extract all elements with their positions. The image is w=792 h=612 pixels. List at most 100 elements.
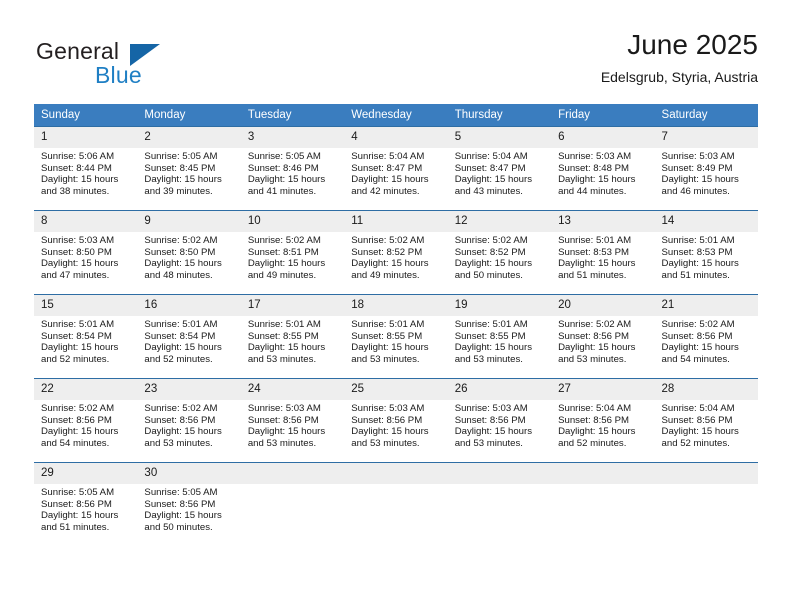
daylight-duration-line2: and 43 minutes. — [454, 185, 523, 197]
day-details: Sunrise: 5:01 AM Sunset: 8:53 PM Daylight:… — [551, 232, 654, 281]
day-cell-inner: 11 Sunrise: 5:02 AM Sunset: 8:52 PM Dayligh… — [344, 211, 448, 294]
day-cell-26[interactable]: 26 Sunrise: 5:03 AM Sunset: 8:56 PM Dayligh… — [447, 378, 552, 463]
day-cell-12[interactable]: 12 Sunrise: 5:02 AM Sunset: 8:52 PM Dayligh… — [447, 210, 552, 295]
day-cell-25[interactable]: 25 Sunrise: 5:03 AM Sunset: 8:56 PM Dayligh… — [344, 378, 448, 463]
day-cell-6[interactable]: 6 Sunrise: 5:03 AM Sunset: 8:48 PM Daylight… — [551, 126, 655, 211]
day-details: Sunrise: 5:02 AM Sunset: 8:52 PM Daylight:… — [448, 232, 551, 281]
day-cell-24[interactable]: 24 Sunrise: 5:03 AM Sunset: 8:56 PM Dayligh… — [240, 378, 345, 463]
sunset-time: Sunset: 8:55 PM — [247, 330, 319, 342]
day-cell-27[interactable]: 27 Sunrise: 5:04 AM Sunset: 8:56 PM Dayligh… — [551, 378, 655, 463]
sunrise-time: Sunrise: 5:02 AM — [661, 319, 735, 330]
day-number: 22 — [34, 379, 138, 400]
day-cell-3[interactable]: 3 Sunrise: 5:05 AM Sunset: 8:46 PM Daylight… — [240, 126, 345, 211]
day-number — [344, 463, 448, 484]
day-cell-30[interactable]: 30 Sunrise: 5:05 AM Sunset: 8:56 PM Dayligh… — [137, 462, 241, 546]
day-cell-11[interactable]: 11 Sunrise: 5:02 AM Sunset: 8:52 PM Dayligh… — [344, 210, 448, 295]
day-cell-18[interactable]: 18 Sunrise: 5:01 AM Sunset: 8:55 PM Dayligh… — [344, 294, 448, 379]
day-cell-inner: 15 Sunrise: 5:01 AM Sunset: 8:54 PM Dayligh… — [34, 295, 138, 378]
day-details: Sunrise: 5:02 AM Sunset: 8:51 PM Daylight:… — [241, 232, 344, 281]
day-details: Sunrise: 5:04 AM Sunset: 8:47 PM Daylight:… — [344, 148, 447, 197]
day-number: 13 — [551, 211, 655, 232]
day-number: 24 — [240, 379, 345, 400]
day-details: Sunrise: 5:05 AM Sunset: 8:45 PM Daylight:… — [137, 148, 240, 197]
day-cell-5[interactable]: 5 Sunrise: 5:04 AM Sunset: 8:47 PM Daylight… — [447, 126, 552, 211]
sunrise-time: Sunrise: 5:05 AM — [247, 151, 321, 162]
day-cell-inner: 19 Sunrise: 5:01 AM Sunset: 8:55 PM Dayligh… — [447, 295, 552, 378]
calendar-week-row: 1 Sunrise: 5:06 AM Sunset: 8:44 PM Daylight… — [34, 126, 758, 211]
day-cell-21[interactable]: 21 Sunrise: 5:02 AM Sunset: 8:56 PM Dayligh… — [654, 294, 758, 379]
calendar-page: General Blue June 2025 Edelsgrub, Styria… — [0, 0, 792, 612]
day-number: 16 — [137, 295, 241, 316]
day-number: 3 — [240, 127, 345, 148]
day-cell-10[interactable]: 10 Sunrise: 5:02 AM Sunset: 8:51 PM Dayligh… — [240, 210, 345, 295]
day-cell-4[interactable]: 4 Sunrise: 5:04 AM Sunset: 8:47 PM Daylight… — [344, 126, 448, 211]
day-cell-13[interactable]: 13 Sunrise: 5:01 AM Sunset: 8:53 PM Dayligh… — [551, 210, 655, 295]
sunset-time: Sunset: 8:54 PM — [144, 330, 216, 342]
sunset-time: Sunset: 8:48 PM — [558, 162, 630, 174]
daylight-duration-line2: and 50 minutes. — [144, 521, 213, 533]
day-number: 6 — [551, 127, 655, 148]
sunset-time: Sunset: 8:56 PM — [558, 330, 630, 342]
sunset-time: Sunset: 8:55 PM — [351, 330, 423, 342]
sunset-time: Sunset: 8:56 PM — [454, 414, 526, 426]
sunset-time: Sunset: 8:56 PM — [144, 498, 216, 510]
day-cell-inner: 16 Sunrise: 5:01 AM Sunset: 8:54 PM Dayligh… — [137, 295, 241, 378]
daylight-duration-line2: and 50 minutes. — [454, 269, 523, 281]
day-cell-inner: 10 Sunrise: 5:02 AM Sunset: 8:51 PM Dayligh… — [240, 211, 345, 294]
day-details: Sunrise: 5:01 AM Sunset: 8:53 PM Daylight:… — [655, 232, 758, 281]
daylight-duration-line1: Daylight: 15 hours — [41, 342, 119, 354]
day-cell-2[interactable]: 2 Sunrise: 5:05 AM Sunset: 8:45 PM Daylight… — [137, 126, 241, 211]
day-cell-23[interactable]: 23 Sunrise: 5:02 AM Sunset: 8:56 PM Dayligh… — [137, 378, 241, 463]
day-cell-20[interactable]: 20 Sunrise: 5:02 AM Sunset: 8:56 PM Dayligh… — [551, 294, 655, 379]
day-number: 19 — [447, 295, 552, 316]
day-cell-28[interactable]: 28 Sunrise: 5:04 AM Sunset: 8:56 PM Dayligh… — [654, 378, 758, 463]
day-cell-inner: 29 Sunrise: 5:05 AM Sunset: 8:56 PM Dayligh… — [34, 463, 138, 546]
calendar-grid: Sunday Monday Tuesday Wednesday Thursday Frid… — [34, 104, 758, 546]
day-cell-8[interactable]: 8 Sunrise: 5:03 AM Sunset: 8:50 PM Daylight… — [34, 210, 138, 295]
daylight-duration-line1: Daylight: 15 hours — [351, 426, 429, 438]
daylight-duration-line2: and 53 minutes. — [454, 353, 523, 365]
daylight-duration-line1: Daylight: 15 hours — [144, 426, 222, 438]
daylight-duration-line2: and 53 minutes. — [454, 437, 523, 449]
sunset-time: Sunset: 8:49 PM — [661, 162, 733, 174]
day-cell-22[interactable]: 22 Sunrise: 5:02 AM Sunset: 8:56 PM Dayligh… — [34, 378, 138, 463]
day-cell-7[interactable]: 7 Sunrise: 5:03 AM Sunset: 8:49 PM Daylight… — [654, 126, 758, 211]
day-cell-inner: 7 Sunrise: 5:03 AM Sunset: 8:49 PM Daylight… — [654, 127, 758, 210]
weekday-header-tuesday: Tuesday — [240, 104, 345, 127]
general-blue-logo[interactable]: General Blue — [34, 36, 254, 92]
daylight-duration-line2: and 46 minutes. — [661, 185, 730, 197]
day-cell-9[interactable]: 9 Sunrise: 5:02 AM Sunset: 8:50 PM Daylight… — [137, 210, 241, 295]
sunrise-time: Sunrise: 5:02 AM — [454, 235, 528, 246]
day-cell-16[interactable]: 16 Sunrise: 5:01 AM Sunset: 8:54 PM Dayligh… — [137, 294, 241, 379]
day-cell-inner: 28 Sunrise: 5:04 AM Sunset: 8:56 PM Dayligh… — [654, 379, 758, 462]
daylight-duration-line2: and 51 minutes. — [661, 269, 730, 281]
day-cell-17[interactable]: 17 Sunrise: 5:01 AM Sunset: 8:55 PM Dayligh… — [240, 294, 345, 379]
daylight-duration-line2: and 52 minutes. — [41, 353, 110, 365]
day-cell-15[interactable]: 15 Sunrise: 5:01 AM Sunset: 8:54 PM Dayligh… — [34, 294, 138, 379]
day-details: Sunrise: 5:04 AM Sunset: 8:56 PM Daylight:… — [655, 400, 758, 449]
day-number: 7 — [654, 127, 758, 148]
day-details: Sunrise: 5:02 AM Sunset: 8:52 PM Daylight:… — [344, 232, 447, 281]
day-cell-29[interactable]: 29 Sunrise: 5:05 AM Sunset: 8:56 PM Dayligh… — [34, 462, 138, 546]
sunrise-time: Sunrise: 5:01 AM — [144, 319, 218, 330]
day-cell-19[interactable]: 19 Sunrise: 5:01 AM Sunset: 8:55 PM Dayligh… — [447, 294, 552, 379]
sunset-time: Sunset: 8:56 PM — [661, 330, 733, 342]
daylight-duration-line1: Daylight: 15 hours — [661, 174, 739, 186]
day-cell-14[interactable]: 14 Sunrise: 5:01 AM Sunset: 8:53 PM Dayligh… — [654, 210, 758, 295]
day-number: 21 — [654, 295, 758, 316]
daylight-duration-line2: and 49 minutes. — [247, 269, 317, 281]
day-cell-inner — [447, 463, 552, 546]
sunset-time: Sunset: 8:46 PM — [247, 162, 319, 174]
daylight-duration-line2: and 53 minutes. — [558, 353, 627, 365]
daylight-duration-line1: Daylight: 15 hours — [558, 258, 636, 270]
daylight-duration-line1: Daylight: 15 hours — [351, 342, 429, 354]
weekday-headers: Sunday Monday Tuesday Wednesday Thursday Frid… — [34, 104, 758, 127]
day-cell-1[interactable]: 1 Sunrise: 5:06 AM Sunset: 8:44 PM Daylight… — [34, 126, 138, 211]
day-details: Sunrise: 5:02 AM Sunset: 8:50 PM Daylight:… — [137, 232, 240, 281]
calendar-week-row: 15 Sunrise: 5:01 AM Sunset: 8:54 PM Dayligh… — [34, 294, 758, 379]
day-details: Sunrise: 5:02 AM Sunset: 8:56 PM Daylight:… — [137, 400, 240, 449]
daylight-duration-line1: Daylight: 15 hours — [661, 258, 739, 270]
daylight-duration-line2: and 53 minutes. — [247, 437, 317, 449]
daylight-duration-line1: Daylight: 15 hours — [41, 510, 119, 522]
day-cell-inner: 6 Sunrise: 5:03 AM Sunset: 8:48 PM Daylight… — [551, 127, 655, 210]
